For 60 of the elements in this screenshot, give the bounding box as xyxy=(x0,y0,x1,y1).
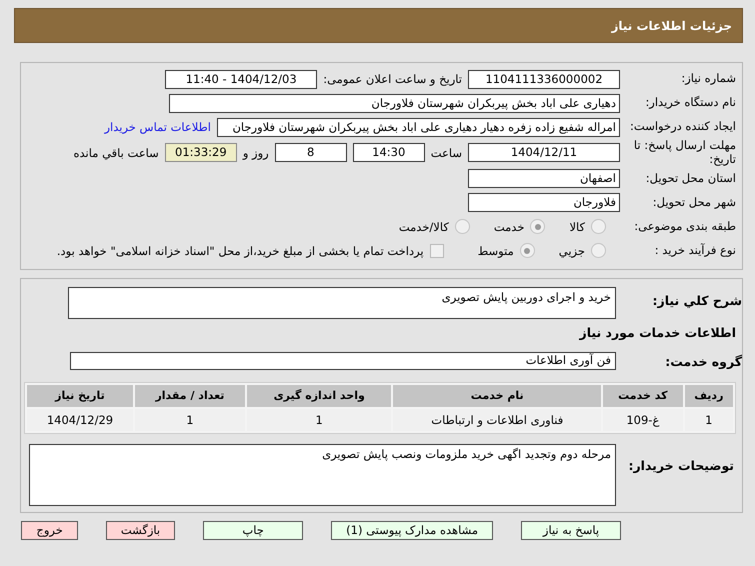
action-button[interactable]: خروج xyxy=(21,520,78,540)
action-button[interactable]: چاپ xyxy=(203,520,304,540)
field-label: طبقه بندی موضوعی: xyxy=(633,220,736,234)
field-label: مهلت ارسال پاسخ: تا تاریخ: xyxy=(632,139,736,167)
header-title: جزئیات اطلاعات نیاز xyxy=(611,18,732,32)
checkbox-label: پرداخت تمام یا بخشی از مبلغ خرید،از محل "اسناد خزانه اسلامی" خواهد بود. xyxy=(56,244,424,258)
table-cell: 1404/12/29 xyxy=(27,408,133,431)
radio-label: کالا/خدمت xyxy=(398,220,449,234)
need-number-field: 1104111336000002 xyxy=(468,70,620,88)
radio-label: متوسط xyxy=(478,244,514,258)
city-field: فلاورجان xyxy=(468,193,620,212)
radio-button[interactable] xyxy=(530,219,546,234)
column-header: تاریخ نیاز xyxy=(27,384,133,407)
radio-label: خدمت xyxy=(494,220,524,234)
field-label: تاریخ و ساعت اعلان عمومی: xyxy=(323,72,462,86)
table-cell: 1 xyxy=(246,408,392,431)
column-header: نام خدمت xyxy=(393,384,602,407)
deadline-time-field: 14:30 xyxy=(352,143,425,162)
table-cell: فناوری اطلاعات و ارتباطات xyxy=(393,408,602,431)
column-header: واحد اندازه گیری xyxy=(246,384,392,407)
column-header: ردیف xyxy=(684,384,733,407)
remaining-time-field: 01:33:29 xyxy=(164,143,237,162)
announce-date-field: 1404/12/03 - 11:40 xyxy=(165,70,318,88)
field-label: نوع فرآیند خرید : xyxy=(654,244,736,258)
field-label: شماره نیاز: xyxy=(680,72,736,86)
field-label: ساعت باقي مانده xyxy=(74,146,159,160)
field-label: شهر محل تحویل: xyxy=(652,196,736,210)
radio-button[interactable] xyxy=(520,243,535,258)
radio-button[interactable] xyxy=(454,219,470,234)
buyer-field: دهیاری علی اباد بخش پیربکران شهرستان فلاورجان xyxy=(169,94,620,112)
summary-field: خرید و اجرای دوربین پایش تصویری xyxy=(68,286,616,319)
action-button[interactable]: بازگشت xyxy=(106,520,176,540)
action-button[interactable]: پاسخ به نیاز xyxy=(521,520,621,540)
radio-button[interactable] xyxy=(591,243,606,258)
section-title: اطلاعات خدمات مورد نیاز xyxy=(578,324,736,340)
table-cell: 1 xyxy=(134,408,245,431)
field-label: روز و xyxy=(242,146,269,160)
contact-link[interactable]: اطلاعات تماس خریدار xyxy=(104,120,211,134)
deadline-date-field: 1404/12/11 xyxy=(468,143,620,162)
checkbox[interactable] xyxy=(430,244,444,258)
creator-field: امراله شفیع زاده زفره دهیار دهیاری علی اباد بخش پیربکران شهرستان فلاورجان xyxy=(217,118,620,136)
table-cell: 1 xyxy=(684,408,733,431)
field-label: ایجاد کننده درخواست: xyxy=(629,120,736,134)
radio-label: کالا xyxy=(569,220,585,234)
field-label: استان محل تحویل: xyxy=(644,172,736,186)
province-field: اصفهان xyxy=(468,169,620,188)
field-label: ساعت xyxy=(430,146,462,160)
service-group-field: فن آوری اطلاعات xyxy=(70,352,616,370)
table-cell: غ-109 xyxy=(603,408,683,431)
field-label: توضیحات خریدار: xyxy=(627,456,735,473)
radio-button[interactable] xyxy=(591,219,606,234)
column-header: تعداد / مقدار xyxy=(134,384,245,407)
column-header: کد خدمت xyxy=(603,384,683,407)
days-field: 8 xyxy=(274,143,347,162)
field-label: گروه خدمت: xyxy=(664,352,742,369)
radio-label: جزيي xyxy=(558,244,585,258)
field-label: شرح کلي نیاز: xyxy=(652,292,742,308)
action-button[interactable]: مشاهده مدارک پیوستی (1) xyxy=(331,520,493,540)
field-label: نام دستگاه خریدار: xyxy=(644,96,736,110)
notes-field: مرحله دوم وتجدید اگهی خرید ملزومات ونصب پایش تصویری xyxy=(29,444,616,506)
